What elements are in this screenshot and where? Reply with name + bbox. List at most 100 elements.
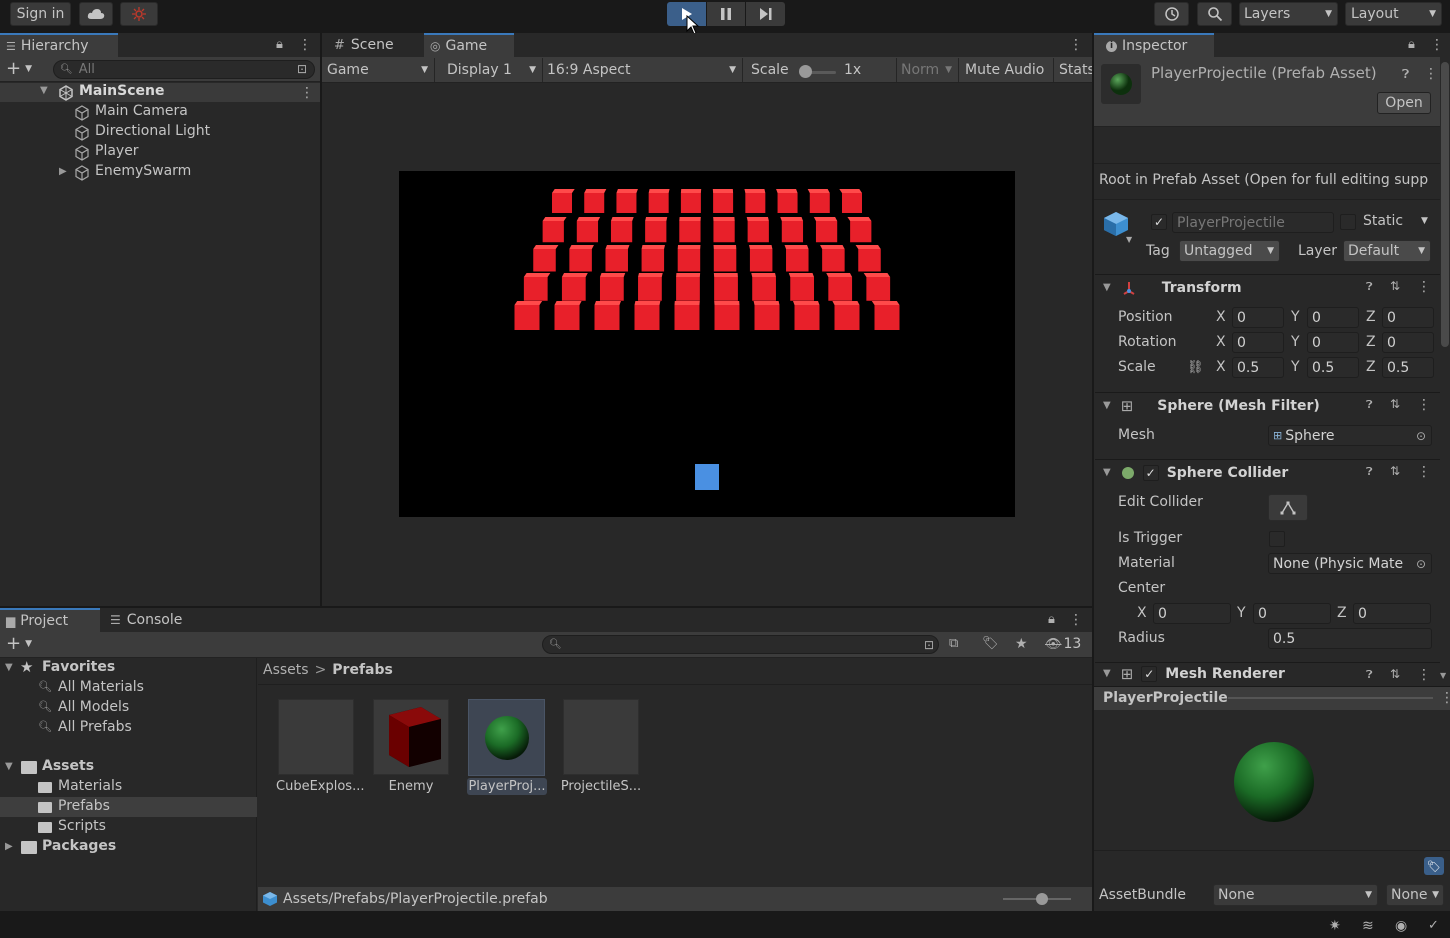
debug-icon[interactable]: ✷ [1329,918,1341,934]
layers-stack-icon[interactable]: ≋ [1362,918,1374,934]
open-prefab-button[interactable]: Open [1377,92,1431,114]
preset-icon[interactable]: ⇅ [1390,464,1400,478]
asset-name[interactable]: Enemy [372,779,450,794]
material-object-field[interactable]: None (Physic Mate ⊙ [1268,553,1432,574]
mesh-filter-header[interactable]: ▼ ⊞ Sphere (Mesh Filter) [1095,392,1440,418]
history-button[interactable] [1154,2,1189,26]
asset-name[interactable]: ProjectileS... [560,779,642,794]
layer-dropdown[interactable]: Default ▼ [1343,240,1431,262]
edit-collider-button[interactable] [1268,494,1308,521]
lock-icon[interactable]: 🔒︎ [1408,37,1415,52]
hierarchy-tab[interactable]: ☰ Hierarchy [0,33,118,57]
asset-name-selected[interactable]: PlayerProj... [467,778,547,795]
preset-icon[interactable]: ⇅ [1390,667,1400,681]
scale-x-field[interactable]: 0.5 [1232,357,1284,378]
sphere-collider-header[interactable]: ▼ ✓ Sphere Collider [1095,459,1440,485]
tab-console[interactable]: ☰ Console [104,608,204,632]
status-ok-icon[interactable]: ✓ [1428,918,1439,933]
static-checkbox[interactable] [1340,214,1356,230]
hierarchy-item[interactable]: Main Camera [95,103,188,119]
rotation-x-field[interactable]: 0 [1232,332,1284,353]
inspector-tab[interactable]: i Inspector [1094,33,1214,57]
help-icon[interactable]: ❓︎ [1366,280,1373,294]
expand-arrow-icon[interactable]: ▶ [59,166,67,177]
layout-dropdown[interactable]: Layout ▼ [1345,2,1442,26]
favorites-label[interactable]: Favorites [42,659,115,675]
center-x-field[interactable]: 0 [1153,603,1231,624]
scroll-down-arrow-icon[interactable]: ▼ [1440,671,1446,680]
expand-arrow-icon[interactable]: ▼ [40,85,48,96]
collab-button[interactable] [120,2,158,26]
active-checkbox[interactable]: ✓ [1151,214,1167,230]
settings-menu-icon[interactable]: ⋮ [1424,66,1438,82]
favorite-item[interactable]: All Materials [58,679,144,695]
kebab-menu-icon[interactable]: ⋮ [1430,37,1444,53]
foldout-arrow-icon[interactable]: ▼ [1103,467,1111,478]
folder-item[interactable]: Prefabs [58,798,110,814]
breadcrumb-assets[interactable]: Assets [263,662,309,678]
asset-label-icon[interactable]: 🏷︎ [1424,857,1444,875]
assetbundle-variant-dropdown[interactable]: None ▼ [1386,884,1444,906]
game-mode-dropdown[interactable]: Game ▼ [323,58,433,82]
foldout-arrow-icon[interactable]: ▼ [5,662,13,673]
search-button[interactable] [1197,2,1232,26]
hierarchy-item[interactable]: Player [95,143,139,159]
add-dropdown[interactable]: + ▼ [6,58,32,79]
center-z-field[interactable]: 0 [1353,603,1431,624]
project-search-field[interactable]: 🔍︎ ⊡ [542,635,939,654]
mesh-object-field[interactable]: ⊞ Sphere ⊙ [1268,425,1432,446]
hierarchy-search-field[interactable]: 🔍︎ All [53,60,315,79]
stats-toggle[interactable]: Stats [1059,62,1092,78]
foldout-arrow-icon[interactable]: ▼ [5,761,13,772]
help-icon[interactable]: ❓︎ [1402,67,1409,82]
preset-icon[interactable]: ⇅ [1390,397,1400,411]
breadcrumb-prefabs[interactable]: Prefabs [332,662,393,678]
preset-icon[interactable]: ⇅ [1390,279,1400,293]
component-menu-icon[interactable]: ⋮ [1417,397,1431,413]
position-x-field[interactable]: 0 [1232,307,1284,328]
transform-header[interactable]: ▼ Transform [1095,274,1440,300]
hidden-packages-toggle[interactable]: 👁︎ 13 [1045,636,1081,652]
packages-folder-label[interactable]: Packages [42,838,116,854]
asset-tile-selected[interactable] [468,699,545,776]
is-trigger-checkbox[interactable] [1269,531,1285,547]
position-y-field[interactable]: 0 [1307,307,1359,328]
scene-menu-icon[interactable]: ⋮ [300,85,314,101]
tab-game[interactable]: ◎ Game [424,33,514,57]
sign-in-button[interactable]: Sign in [10,2,71,26]
tab-project[interactable]: ▆ Project [0,608,100,632]
inspector-scrollbar-thumb[interactable] [1441,62,1449,347]
component-menu-icon[interactable]: ⋮ [1417,464,1431,480]
hierarchy-item[interactable]: Directional Light [95,123,210,139]
favorite-item[interactable]: All Models [58,699,129,715]
preview-drag-handle[interactable] [1228,697,1433,699]
assetbundle-dropdown[interactable]: None ▼ [1213,884,1378,906]
component-menu-icon[interactable]: ⋮ [1417,279,1431,295]
folder-item[interactable]: Scripts [58,818,106,834]
position-z-field[interactable]: 0 [1382,307,1434,328]
asset-tile[interactable] [563,699,639,775]
asset-name[interactable]: CubeExplos... [276,779,364,794]
object-name-field[interactable]: PlayerProjectile [1172,212,1334,233]
search-by-type-icon[interactable]: ⊡ [297,62,307,76]
add-asset-dropdown[interactable]: + ▼ [6,633,32,654]
static-dropdown-icon[interactable]: ▼ [1421,216,1428,226]
preview-menu-icon[interactable]: ⋮ [1440,690,1450,706]
scale-slider-thumb[interactable] [799,65,812,78]
step-button[interactable] [746,2,785,26]
object-picker-icon[interactable]: ⊙ [1411,554,1431,573]
rotation-y-field[interactable]: 0 [1307,332,1359,353]
renderer-enabled-checkbox[interactable]: ✓ [1141,665,1158,682]
constrain-proportions-icon[interactable]: ⛓︎ [1187,360,1204,375]
asset-tile[interactable] [278,699,354,775]
layers-dropdown[interactable]: Layers ▼ [1239,2,1338,26]
lock-icon[interactable]: 🔒︎ [276,37,283,52]
help-icon[interactable]: ❓︎ [1366,398,1373,412]
tab-scene[interactable]: # Scene [326,33,422,57]
light-probe-icon[interactable]: ◉ [1395,918,1407,934]
pause-button[interactable] [707,2,745,26]
filter-by-label-icon[interactable]: 🏷︎ [982,636,999,651]
icon-size-slider-thumb[interactable] [1036,893,1048,905]
foldout-arrow-icon[interactable]: ▶ [5,841,13,852]
search-scope-icon[interactable]: ⊡ [924,638,934,652]
